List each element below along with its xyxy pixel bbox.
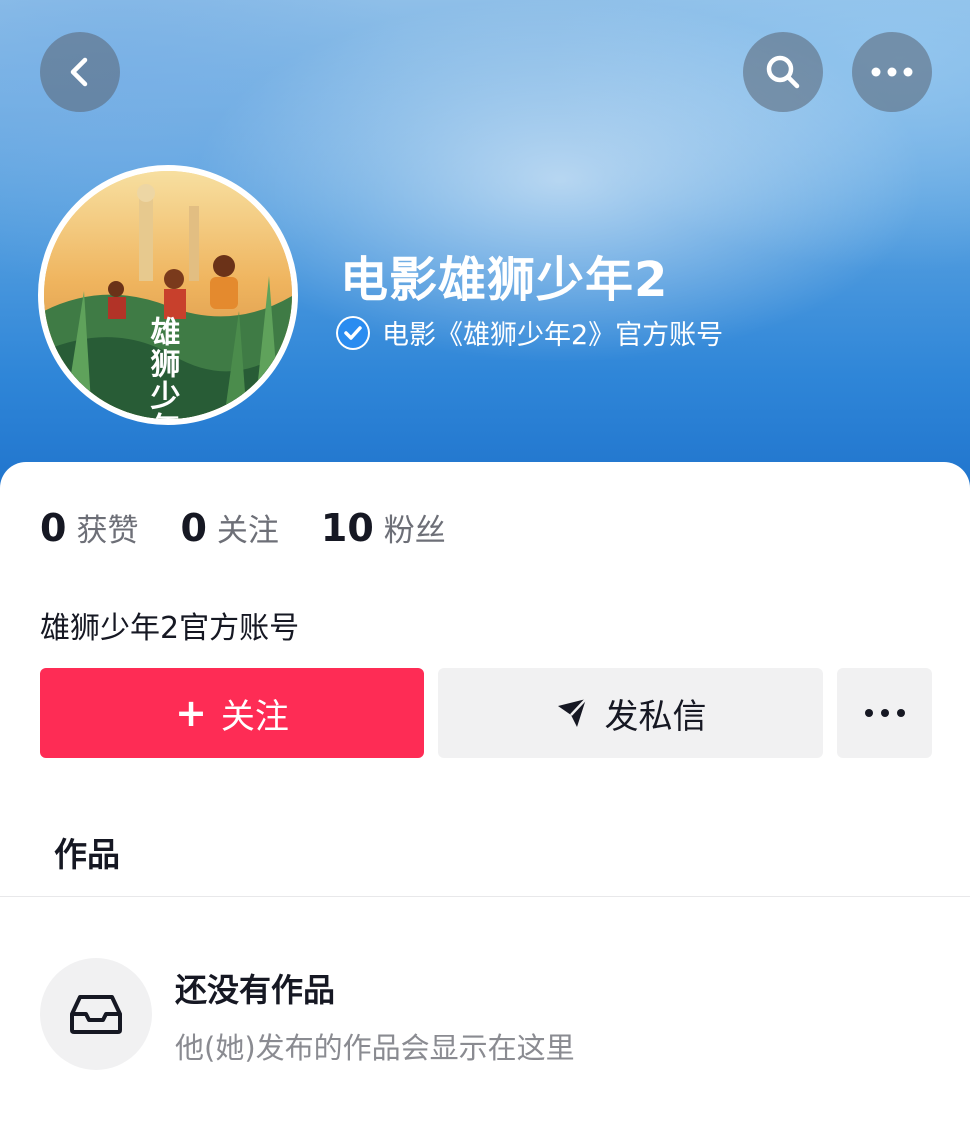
send-icon [557, 698, 587, 727]
search-button[interactable] [743, 32, 823, 112]
stats-row: 0 获赞 0 关注 10 粉丝 [40, 505, 488, 550]
plus-icon: + [175, 691, 207, 735]
more-horizontal-icon [864, 709, 905, 717]
inbox-icon [70, 995, 122, 1034]
profile-name: 电影雄狮少年2 [340, 252, 669, 308]
empty-state-title: 还没有作品 [175, 971, 336, 1009]
more-actions-button[interactable] [837, 668, 932, 758]
back-button[interactable] [40, 32, 120, 112]
more-button[interactable] [852, 32, 932, 112]
follow-button[interactable]: + 关注 [40, 668, 424, 758]
tab-works[interactable]: 作品 [54, 828, 120, 876]
verified-text: 电影《雄狮少年2》官方账号 [382, 320, 724, 351]
stat-label: 获赞 [76, 513, 139, 549]
stat-value: 0 [180, 506, 207, 550]
stat-label: 关注 [216, 513, 279, 549]
avatar-title-lettering: 雄狮少年 [145, 316, 181, 419]
stat-value: 10 [320, 506, 374, 550]
message-button[interactable]: 发私信 [438, 668, 823, 758]
stat-likes[interactable]: 0 获赞 [40, 505, 138, 550]
empty-state-subtitle: 他(她)发布的作品会显示在这里 [175, 1031, 575, 1065]
message-label: 发私信 [604, 696, 707, 737]
more-horizontal-icon [871, 67, 913, 77]
stat-following[interactable]: 0 关注 [180, 505, 278, 550]
stat-value: 0 [40, 506, 67, 550]
chevron-left-icon [70, 57, 88, 87]
verified-check-icon [336, 315, 370, 350]
avatar[interactable]: 雄狮少年 [38, 165, 298, 425]
profile-bio: 雄狮少年2官方账号 [40, 611, 300, 646]
action-row: + 关注 发私信 [0, 668, 970, 758]
avatar-artwork: 雄狮少年 [44, 171, 292, 419]
empty-state-icon-circle [40, 958, 152, 1070]
stat-followers[interactable]: 10 粉丝 [321, 505, 446, 550]
verified-badge-row: 电影《雄狮少年2》官方账号 [336, 313, 723, 352]
stat-label: 粉丝 [383, 513, 446, 549]
tab-divider [0, 896, 970, 897]
search-icon [766, 55, 800, 89]
follow-label: 关注 [220, 696, 289, 737]
